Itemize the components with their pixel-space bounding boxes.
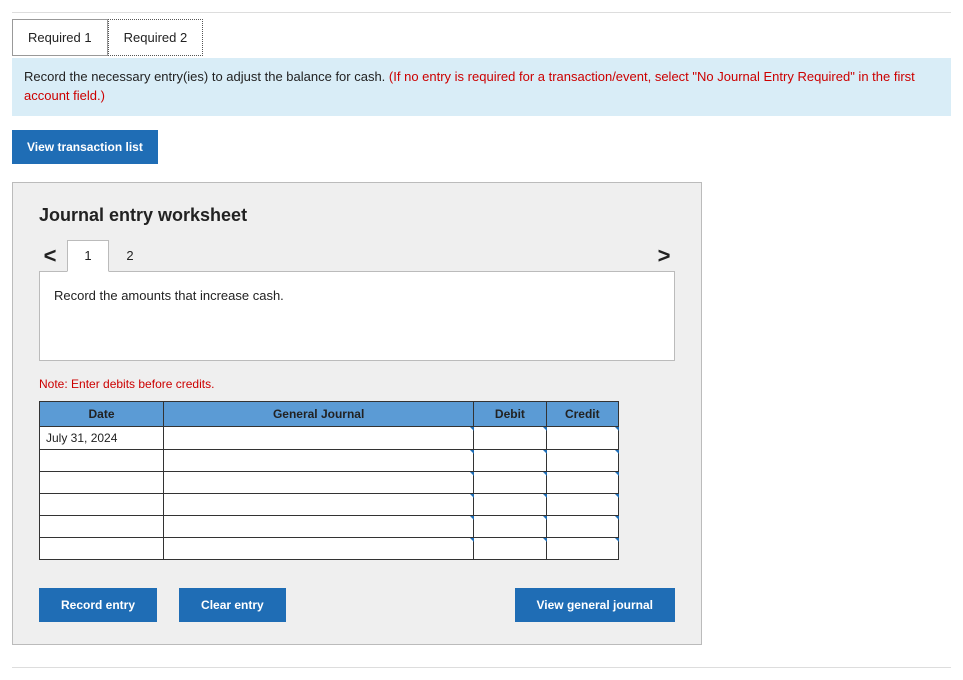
cell-debit[interactable] [474,426,546,449]
record-entry-button[interactable]: Record entry [39,588,157,622]
cell-date[interactable] [40,537,164,559]
cell-credit[interactable] [546,537,618,559]
cell-credit[interactable] [546,471,618,493]
cell-account[interactable] [164,537,474,559]
cell-credit[interactable] [546,449,618,471]
col-header-credit: Credit [546,401,618,426]
cell-date[interactable]: July 31, 2024 [40,426,164,449]
table-row [40,493,619,515]
cell-account[interactable] [164,493,474,515]
cell-account[interactable] [164,426,474,449]
table-row [40,515,619,537]
cell-date[interactable] [40,449,164,471]
cell-account[interactable] [164,515,474,537]
table-row [40,537,619,559]
table-row [40,471,619,493]
tab-required-2[interactable]: Required 2 [108,19,204,56]
tab-required-1[interactable]: Required 1 [12,19,108,56]
worksheet-title: Journal entry worksheet [39,205,675,226]
cell-debit[interactable] [474,471,546,493]
col-header-general-journal: General Journal [164,401,474,426]
chevron-left-icon[interactable]: < [39,245,61,267]
view-general-journal-button[interactable]: View general journal [515,588,675,622]
instruction-bar: Record the necessary entry(ies) to adjus… [12,58,951,116]
entry-step-1[interactable]: 1 [67,240,109,272]
col-header-debit: Debit [474,401,546,426]
entry-step-2[interactable]: 2 [109,240,151,272]
chevron-right-icon[interactable]: > [653,245,675,267]
cell-account[interactable] [164,449,474,471]
worksheet-nav: < 1 2 > [39,240,675,272]
cell-credit[interactable] [546,426,618,449]
cell-debit[interactable] [474,515,546,537]
cell-debit[interactable] [474,449,546,471]
table-row [40,449,619,471]
requirement-tabs: Required 1 Required 2 [12,19,951,56]
cell-date[interactable] [40,515,164,537]
cell-credit[interactable] [546,515,618,537]
cell-account[interactable] [164,471,474,493]
journal-entry-worksheet: Journal entry worksheet < 1 2 > Record t… [12,182,702,645]
cell-date[interactable] [40,493,164,515]
view-transaction-list-button[interactable]: View transaction list [12,130,158,164]
worksheet-actions: Record entry Clear entry View general jo… [39,588,675,622]
journal-entry-table: Date General Journal Debit Credit July 3… [39,401,619,560]
cell-debit[interactable] [474,493,546,515]
debit-credit-note: Note: Enter debits before credits. [39,377,675,391]
cell-date[interactable] [40,471,164,493]
cell-credit[interactable] [546,493,618,515]
instruction-main: Record the necessary entry(ies) to adjus… [24,69,389,84]
table-row: July 31, 2024 [40,426,619,449]
transaction-note-box: Record the amounts that increase cash. [39,271,675,361]
cell-debit[interactable] [474,537,546,559]
col-header-date: Date [40,401,164,426]
clear-entry-button[interactable]: Clear entry [179,588,286,622]
